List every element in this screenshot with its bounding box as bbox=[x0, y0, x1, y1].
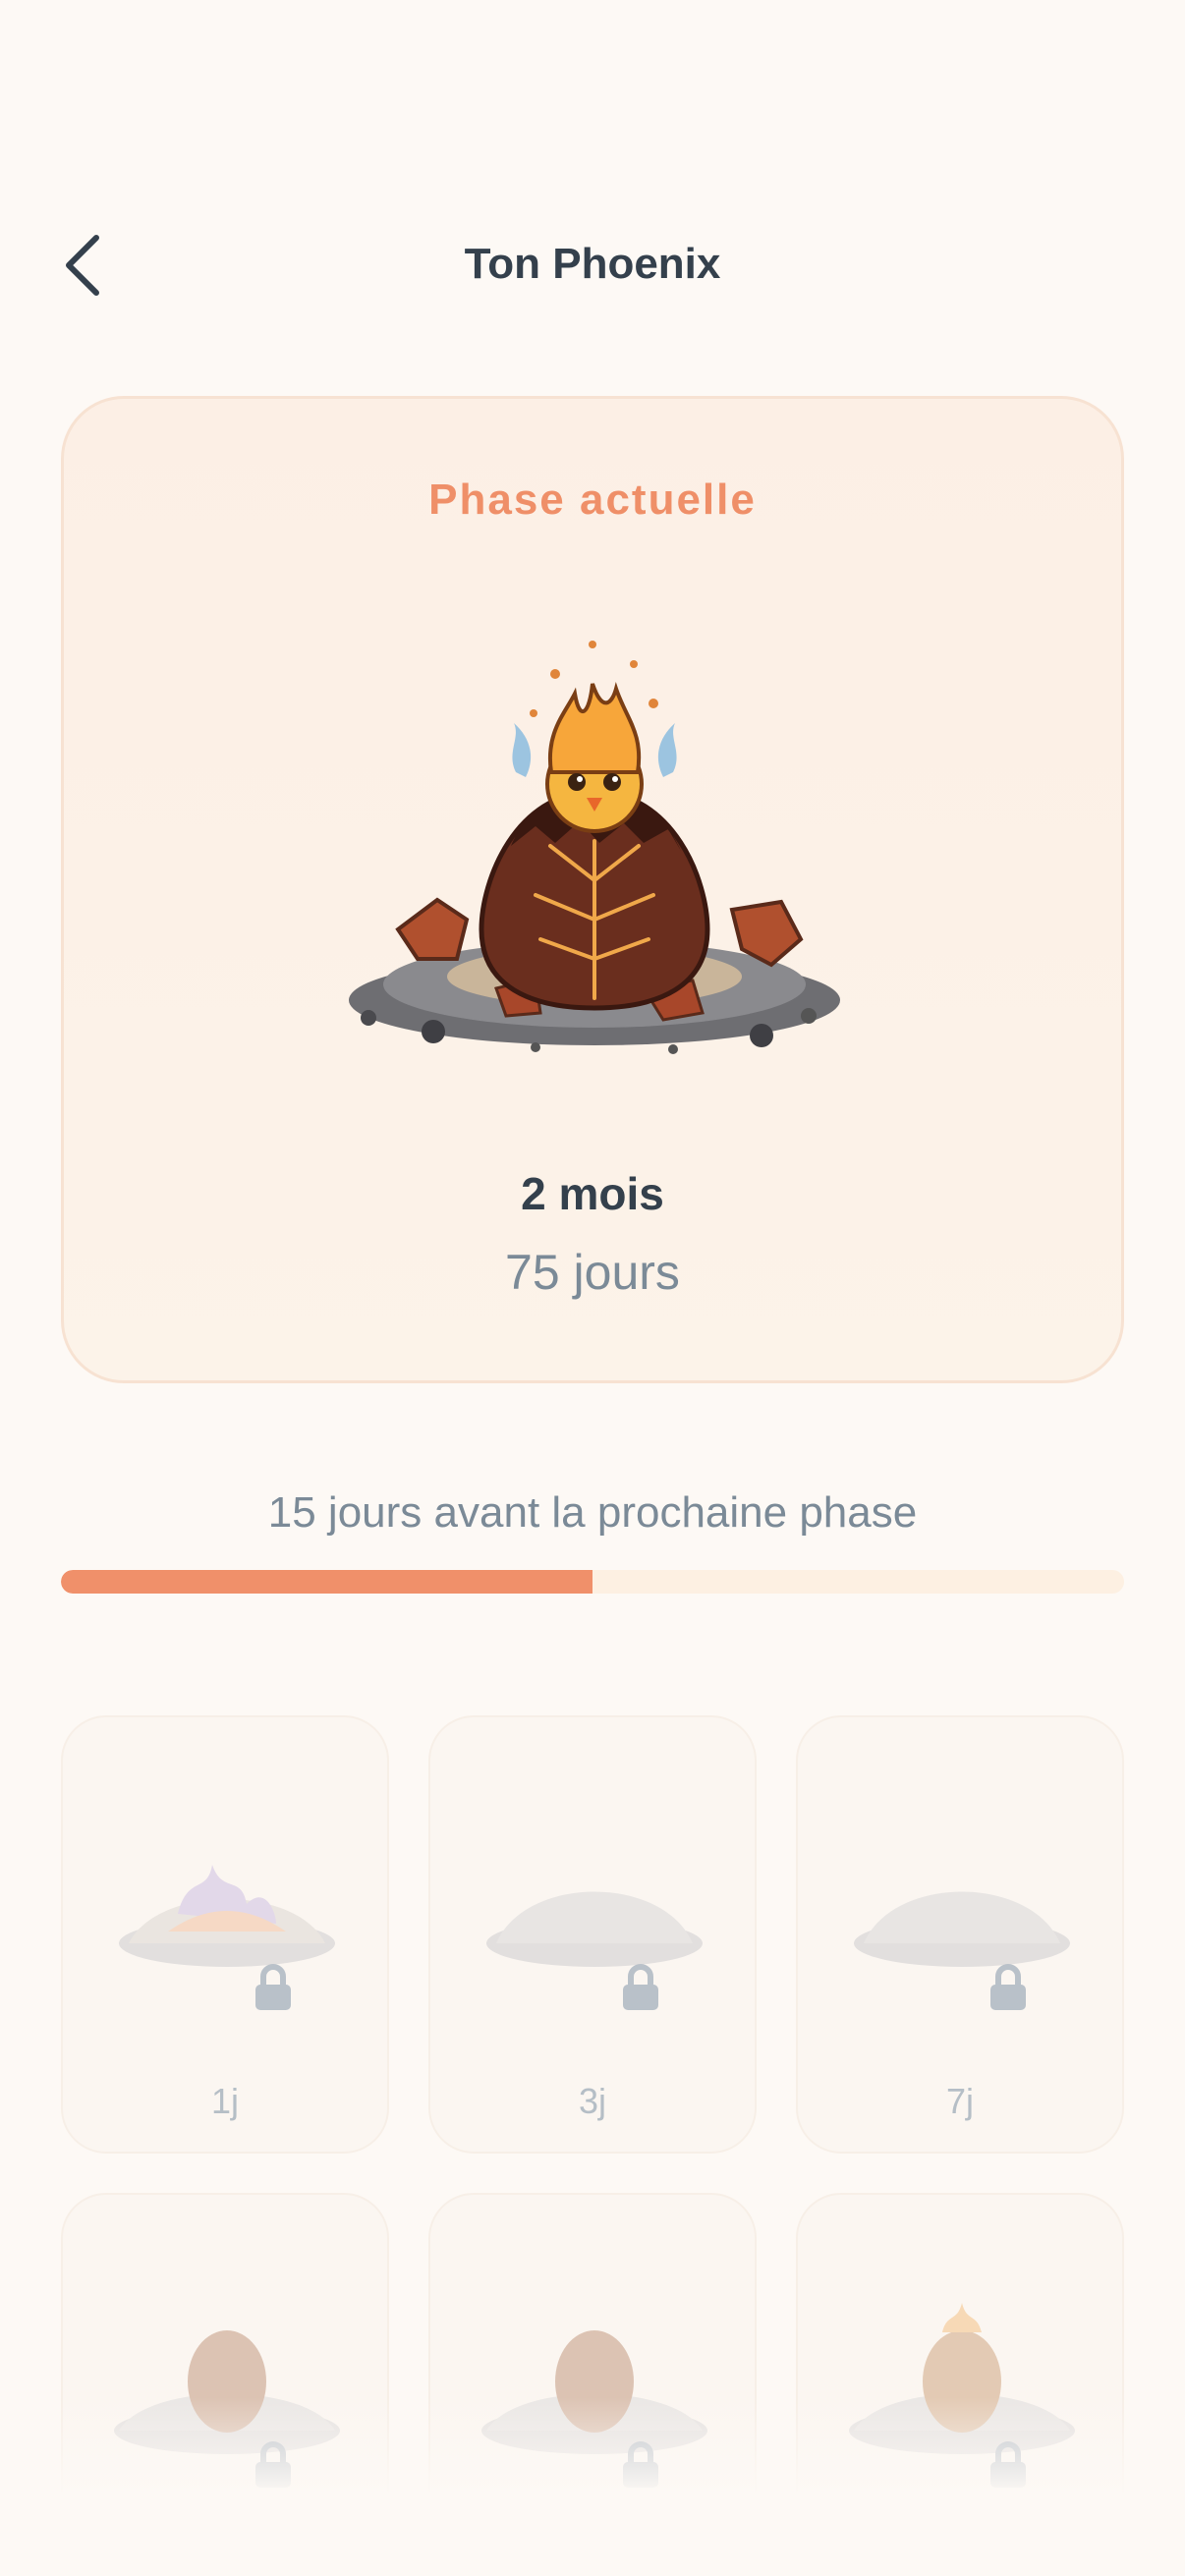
phase-label: Phase actuelle bbox=[428, 476, 757, 524]
milestone-tile-3[interactable]: 7j bbox=[796, 1715, 1124, 2154]
lock-icon bbox=[575, 1875, 658, 2010]
phase-progress-bar bbox=[61, 1570, 1124, 1594]
lock-icon bbox=[942, 1875, 1026, 2010]
lock-icon bbox=[575, 2352, 658, 2488]
milestone-label: 7j bbox=[945, 2081, 975, 2121]
milestone-label: 1j bbox=[210, 2081, 240, 2121]
page-title: Ton Phoenix bbox=[464, 240, 721, 288]
next-phase-text: 15 jours avant la prochaine phase bbox=[267, 1488, 918, 1537]
phase-months: 2 mois bbox=[521, 1168, 664, 1219]
milestone-tile-2[interactable]: 3j bbox=[428, 1715, 757, 2154]
milestone-tile-1[interactable]: 1j bbox=[61, 1715, 389, 2154]
lock-icon bbox=[207, 1875, 291, 2010]
phase-days: 75 jours bbox=[505, 1245, 680, 1300]
milestone-label: 3j bbox=[578, 2081, 607, 2121]
lock-icon bbox=[942, 2352, 1026, 2488]
phase-progress-fill bbox=[61, 1570, 592, 1594]
phoenix-hatching-egg-illustration bbox=[339, 635, 850, 1087]
lock-icon bbox=[207, 2352, 291, 2488]
header: Ton Phoenix bbox=[0, 196, 1185, 334]
bottom-fade bbox=[0, 2397, 1185, 2576]
current-phase-card: Phase actuelle 2 mois 75 jours bbox=[61, 396, 1124, 1383]
